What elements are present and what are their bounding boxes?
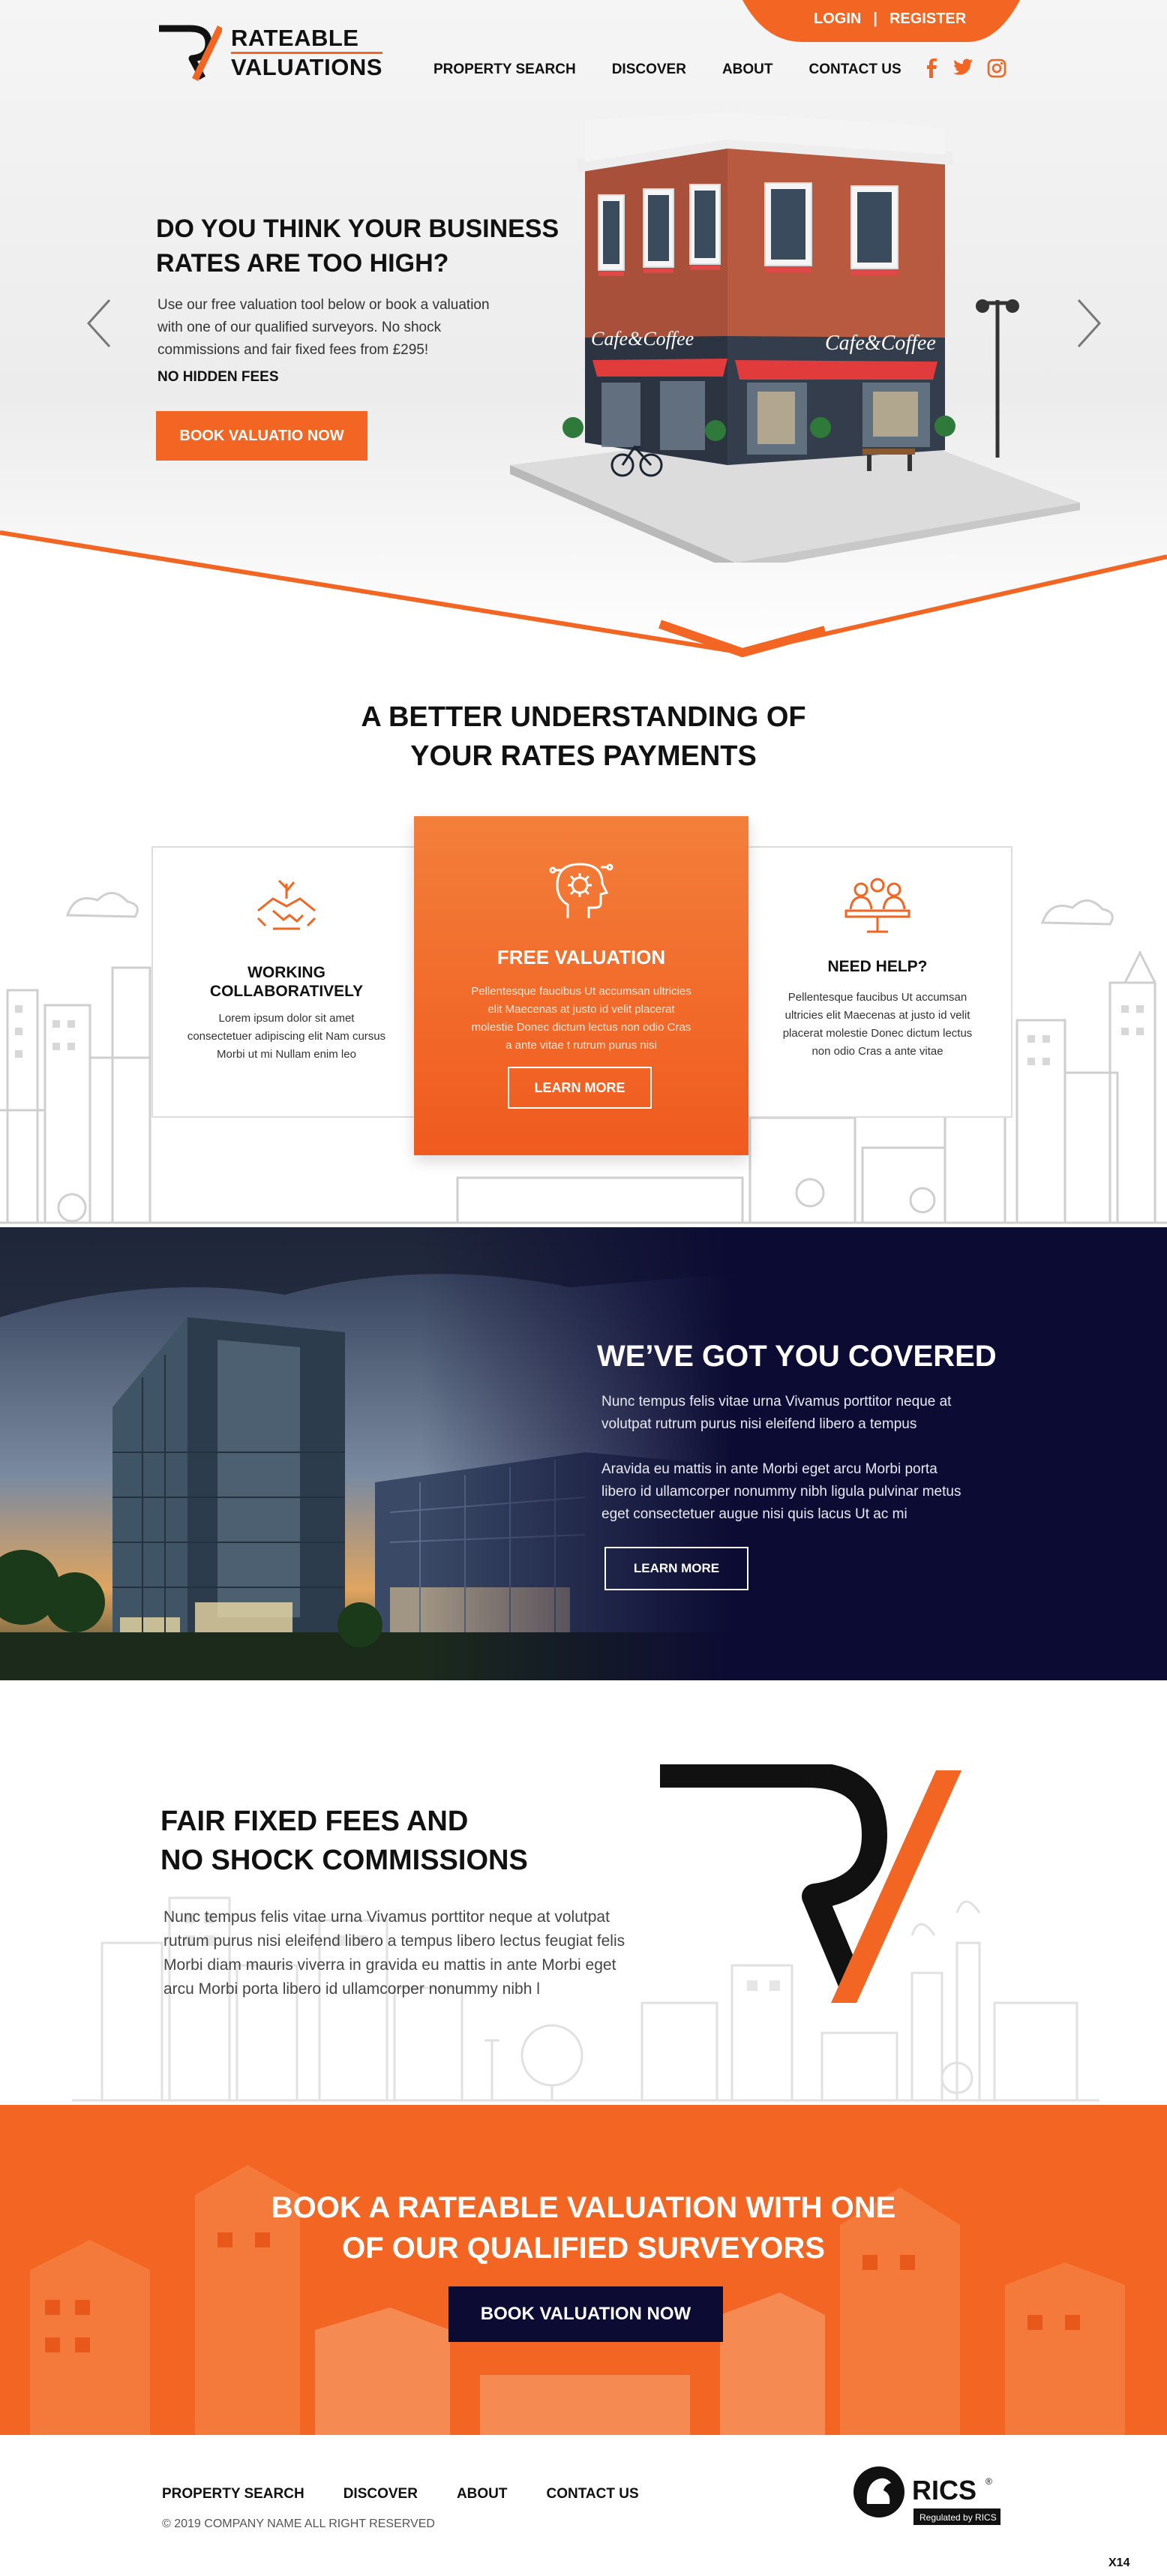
logo[interactable]: RATEABLE VALUATIONS [156, 24, 382, 84]
team-meeting-icon [844, 878, 910, 933]
logo-line-1: RATEABLE [231, 25, 359, 51]
book-section [0, 2105, 1167, 2435]
brain-gear-icon [549, 863, 614, 918]
footer-nav-discover[interactable]: DISCOVER [344, 2486, 418, 2502]
covered-section [0, 1227, 1167, 1680]
card-1-title-line-1: WORKING [248, 964, 326, 981]
footer-nav: PROPERTY SEARCH DISCOVER ABOUT CONTACT U… [162, 2486, 639, 2502]
card-2-text-line-3: molestie Donec dictum lectus non odio Cr… [471, 1021, 692, 1034]
card-free-valuation: FREE VALUATION Pellentesque faucibus Ut … [414, 816, 748, 1155]
covered-learn-more-button[interactable]: LEARN MORE [604, 1547, 748, 1590]
rics-logo[interactable]: RICS ® Regulated by RICS [850, 2463, 1005, 2531]
covered-paragraph-2: Aravida eu mattis in ante Morbi eget arc… [602, 1458, 1022, 1526]
footer-nav-property-search[interactable]: PROPERTY SEARCH [162, 2486, 304, 2502]
hero-desc-line-2: with one of our qualified surveyors. No … [158, 320, 442, 335]
social-links [924, 59, 1006, 78]
nav-about[interactable]: ABOUT [722, 62, 773, 78]
rv-logo-large [660, 1764, 962, 2003]
understanding-title-line-2: YOUR RATES PAYMENTS [410, 740, 757, 772]
card-2-text-line-4: a ante vitae t rutrum purus nisi [506, 1039, 657, 1052]
card-1-title: WORKING COLLABORATIVELY [153, 963, 420, 1001]
card-1-text-line-3: Morbi ut mi Nullam enim leo [217, 1048, 356, 1061]
free-valuation-learn-more-button[interactable]: LEARN MORE [508, 1067, 652, 1109]
card-3-text-line-4: non odio Cras a ante vitae [812, 1045, 944, 1058]
covered-p2-line-3: eget consectetuer augue nisi quis lacus … [602, 1506, 908, 1522]
twitter-icon[interactable] [952, 59, 974, 77]
card-1-text-line-2: consectetuer adipiscing elit Nam cursus [187, 1030, 386, 1043]
covered-p1-line-1: Nunc tempus felis vitae urna Vivamus por… [602, 1394, 952, 1410]
card-1-title-line-2: COLLABORATIVELY [209, 983, 364, 1000]
book-title-line-2: OF OUR QUALIFIED SURVEYORS [342, 2232, 825, 2265]
book-title: BOOK A RATEABLE VALUATION WITH ONE OF OU… [0, 2187, 1167, 2268]
card-working-collaboratively: WORKING COLLABORATIVELY Lorem ipsum dolo… [152, 846, 422, 1118]
hero-title-line-1: DO YOU THINK YOUR BUSINESS [156, 215, 560, 243]
covered-p2-line-1: Aravida eu mattis in ante Morbi eget arc… [602, 1461, 938, 1477]
book-valuation-button[interactable]: BOOK VALUATIO NOW [156, 411, 368, 461]
rv-logo-mark [159, 25, 222, 81]
hero-desc-line-3: commissions and fair fixed fees from £29… [158, 342, 429, 358]
card-3-text: Pellentesque faucibus Ut accumsan ultric… [774, 989, 981, 1061]
hero-description: Use our free valuation tool below or boo… [158, 294, 548, 362]
fees-title-line-1: FAIR FIXED FEES AND [160, 1806, 469, 1837]
book-valuation-now-button[interactable]: BOOK VALUATION NOW [448, 2286, 723, 2342]
handshake-icon [256, 879, 316, 930]
fees-p-line-1: Nunc tempus felis vitae urna Vivamus por… [164, 1908, 610, 1926]
page: RATEABLE VALUATIONS LOGIN | REGISTER PRO… [0, 0, 1167, 2576]
nav-property-search[interactable]: PROPERTY SEARCH [434, 62, 576, 78]
cafe-sign-left: Cafe&Coffee [591, 328, 694, 350]
fees-title: FAIR FIXED FEES AND NO SHOCK COMMISSIONS [160, 1802, 626, 1880]
card-need-help: NEED HELP? Pellentesque faucibus Ut accu… [742, 846, 1012, 1118]
understanding-title: A BETTER UNDERSTANDING OF YOUR RATES PAY… [0, 698, 1167, 776]
page-mark: X14 [1108, 2556, 1130, 2569]
covered-gradient-overlay [420, 1227, 750, 1680]
card-2-text-line-1: Pellentesque faucibus Ut accumsan ultric… [471, 985, 692, 998]
instagram-icon[interactable] [987, 59, 1006, 78]
rics-registered-mark: ® [986, 2476, 992, 2487]
card-1-text: Lorem ipsum dolor sit amet consectetuer … [183, 1010, 390, 1064]
cafe-building-image: Cafe&Coffee Cafe&Coffee [510, 113, 1080, 563]
card-2-text: Pellentesque faucibus Ut accumsan ultric… [444, 983, 718, 1055]
no-hidden-fees: NO HIDDEN FEES [158, 369, 279, 385]
fees-p-line-2: rutrum purus nisi eleifend libero a temp… [164, 1932, 626, 1950]
book-title-line-1: BOOK A RATEABLE VALUATION WITH ONE [271, 2191, 896, 2224]
covered-title: WE’VE GOT YOU COVERED [597, 1340, 997, 1373]
footer-nav-about[interactable]: ABOUT [457, 2486, 508, 2502]
card-2-text-line-2: elit Maecenas at justo id velit placerat [488, 1003, 675, 1016]
hero-title-line-2: RATES ARE TOO HIGH? [156, 249, 449, 278]
logo-line-2: VALUATIONS [231, 54, 382, 80]
link-separator: | [873, 11, 878, 27]
card-3-text-line-3: placerat molestie Donec dictum lectus [782, 1027, 973, 1040]
logo-text: RATEABLE VALUATIONS [231, 26, 382, 82]
nav-contact-us[interactable]: CONTACT US [809, 62, 902, 78]
orange-city-background [30, 2165, 1125, 2435]
card-3-title: NEED HELP? [827, 958, 928, 975]
hero-desc-line-1: Use our free valuation tool below or boo… [158, 297, 490, 313]
nav-discover[interactable]: DISCOVER [612, 62, 686, 78]
register-link[interactable]: REGISTER [890, 11, 966, 28]
footer-nav-contact-us[interactable]: CONTACT US [547, 2486, 639, 2502]
fees-paragraph: Nunc tempus felis vitae urna Vivamus por… [164, 1905, 688, 2001]
cafe-sign-right: Cafe&Coffee [825, 332, 936, 355]
card-3-text-line-1: Pellentesque faucibus Ut accumsan [788, 991, 968, 1004]
understanding-title-line-1: A BETTER UNDERSTANDING OF [361, 701, 806, 733]
account-links: LOGIN | REGISTER [814, 11, 966, 28]
main-nav: PROPERTY SEARCH DISCOVER ABOUT CONTACT U… [434, 62, 902, 78]
login-link[interactable]: LOGIN [814, 11, 861, 28]
card-1-text-line-1: Lorem ipsum dolor sit amet [218, 1012, 355, 1025]
fees-title-line-2: NO SHOCK COMMISSIONS [160, 1845, 528, 1876]
facebook-icon[interactable] [924, 59, 939, 78]
rics-name: RICS [912, 2475, 976, 2505]
copyright-text: © 2019 COMPANY NAME ALL RIGHT RESERVED [162, 2517, 435, 2530]
fees-p-line-3: Morbi diam mauris viverra in gravida eu … [164, 1956, 616, 1974]
card-3-text-line-2: ultricies elit Maecenas at justo id veli… [784, 1009, 970, 1022]
card-2-title: FREE VALUATION [496, 946, 666, 968]
rics-tagline: Regulated by RICS [920, 2512, 997, 2523]
carousel-prev-icon[interactable] [84, 297, 114, 350]
covered-p1-line-2: volutpat rutrum purus nisi eleifend libe… [602, 1416, 917, 1432]
fees-p-line-4: arcu Morbi porta libero id ullamcorper n… [164, 1980, 540, 1998]
logo-rule [231, 52, 382, 54]
covered-p2-line-2: libero id ullamcorper nonummy nibh ligul… [602, 1484, 962, 1500]
covered-paragraph-1: Nunc tempus felis vitae urna Vivamus por… [602, 1391, 1022, 1436]
